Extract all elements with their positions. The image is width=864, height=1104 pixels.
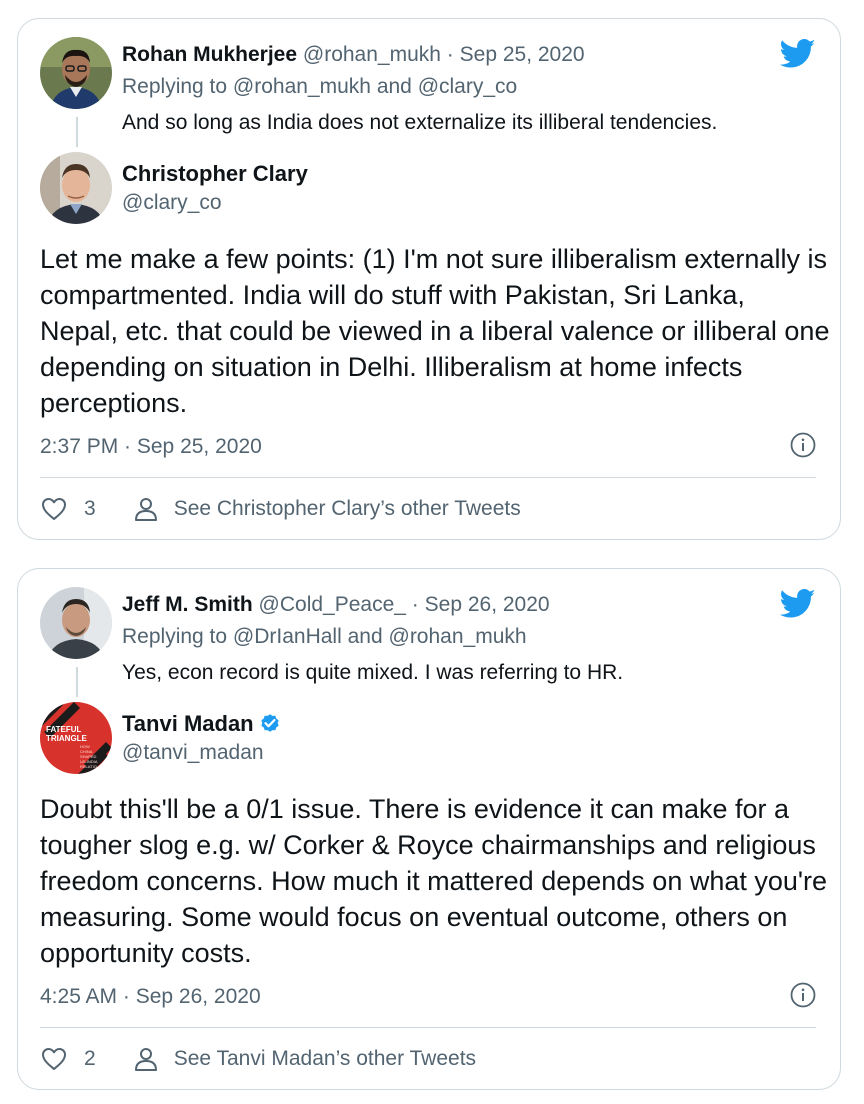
reply-mention-1[interactable]: @rohan_mukh <box>233 75 371 98</box>
twitter-bird-icon[interactable] <box>780 589 816 619</box>
avatar-rohan-mukherjee[interactable] <box>40 37 112 109</box>
parent-tweet-text: Yes, econ record is quite mixed. I was r… <box>122 661 624 684</box>
parent-author-handle[interactable]: @Cold_Peace_ <box>259 593 406 616</box>
reply-mention-2[interactable]: @clary_co <box>418 75 518 98</box>
avatar-text-line2: TRIANGLE <box>46 734 88 743</box>
replying-to-label: Replying to <box>122 75 228 98</box>
replying-to-line: Replying to @DrIanHall and @rohan_mukh <box>122 623 527 651</box>
parent-tweet-header: Rohan Mukherjee @rohan_mukh · Sep 25, 20… <box>122 41 585 69</box>
reply-mention-2[interactable]: @rohan_mukh <box>389 625 527 648</box>
tweet-author-handle[interactable]: @clary_co <box>122 189 222 217</box>
separator-dot: · <box>446 43 454 66</box>
avatar-text-line1: FATEFUL <box>46 725 82 734</box>
see-other-tweets-link[interactable]: See Christopher Clary’s other Tweets <box>174 497 521 521</box>
tweet-text: Doubt this'll be a 0/1 issue. There is e… <box>40 794 828 968</box>
parent-author-name[interactable]: Rohan Mukherjee <box>122 43 297 66</box>
tweet-author-name[interactable]: Tanvi Madan <box>122 710 282 738</box>
see-other-tweets-link[interactable]: See Tanvi Madan’s other Tweets <box>174 1047 476 1071</box>
tweet-author-handle[interactable]: @tanvi_madan <box>122 739 264 767</box>
tweet-author-name[interactable]: Christopher Clary <box>122 160 308 188</box>
embedded-tweet-card[interactable]: Rohan Mukherjee @rohan_mukh · Sep 25, 20… <box>17 18 841 540</box>
reply-mention-1[interactable]: @DrIanHall <box>233 625 342 648</box>
reply-and-label: and <box>376 75 412 98</box>
tweet-text: Let me make a few points: (1) I'm not su… <box>40 244 830 418</box>
info-icon[interactable] <box>790 982 816 1008</box>
divider <box>40 1027 816 1028</box>
parent-tweet-header: Jeff M. Smith @Cold_Peace_ · Sep 26, 202… <box>122 591 550 619</box>
parent-tweet-text: And so long as India does not externaliz… <box>122 111 718 134</box>
avatar-text-small5: RELATIO <box>80 764 97 769</box>
tweet-actions: 2 See Tanvi Madan’s other Tweets <box>40 1044 476 1074</box>
heart-icon[interactable] <box>40 495 68 523</box>
thread-connector-line <box>76 117 78 147</box>
like-count[interactable]: 3 <box>84 497 96 521</box>
like-count[interactable]: 2 <box>84 1047 96 1071</box>
person-icon[interactable] <box>132 495 160 523</box>
verified-badge-icon <box>258 711 282 735</box>
info-icon[interactable] <box>790 432 816 458</box>
twitter-bird-icon[interactable] <box>780 39 816 69</box>
tweet-timestamp[interactable]: 2:37 PM · Sep 25, 2020 <box>40 433 262 461</box>
avatar-jeff-m-smith[interactable] <box>40 587 112 659</box>
replying-to-line: Replying to @rohan_mukh and @clary_co <box>122 73 517 101</box>
thread-connector-line <box>76 667 78 697</box>
avatar-christopher-clary[interactable] <box>40 152 112 224</box>
tweet-timestamp[interactable]: 4:25 AM · Sep 26, 2020 <box>40 983 261 1011</box>
parent-author-name[interactable]: Jeff M. Smith <box>122 593 253 616</box>
avatar-tanvi-madan[interactable]: FATEFUL TRIANGLE HOW CHINA SHAPED US-IND… <box>40 702 112 774</box>
person-icon[interactable] <box>132 1045 160 1073</box>
separator-dot: · <box>411 593 419 616</box>
heart-icon[interactable] <box>40 1045 68 1073</box>
parent-tweet-date[interactable]: Sep 26, 2020 <box>425 593 550 616</box>
reply-and-label: and <box>347 625 383 648</box>
replying-to-label: Replying to <box>122 625 228 648</box>
parent-tweet-date[interactable]: Sep 25, 2020 <box>460 43 585 66</box>
embedded-tweet-card[interactable]: Jeff M. Smith @Cold_Peace_ · Sep 26, 202… <box>17 568 841 1090</box>
divider <box>40 477 816 478</box>
tweet-actions: 3 See Christopher Clary’s other Tweets <box>40 494 521 524</box>
parent-author-handle[interactable]: @rohan_mukh <box>303 43 441 66</box>
